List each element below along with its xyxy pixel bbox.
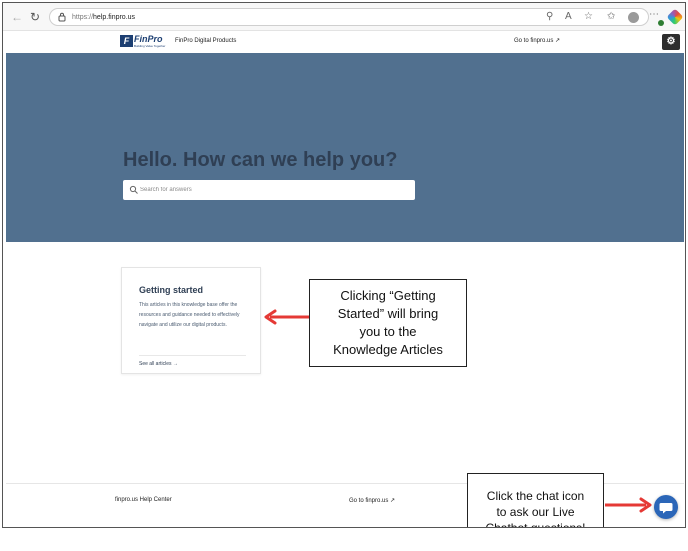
address-bar[interactable]: https://help.finpro.us: [49, 8, 649, 26]
callout-chat: Click the chat icon to ask our Live Chat…: [467, 473, 604, 527]
go-to-finpro-link[interactable]: Go to finpro.us ↗: [514, 37, 560, 46]
external-link-icon: ↗: [555, 38, 561, 44]
url-text[interactable]: https://help.finpro.us: [72, 12, 135, 23]
search-box[interactable]: [123, 180, 415, 200]
zoom-icon[interactable]: ⚲: [546, 11, 553, 23]
external-link-icon: ↗: [390, 498, 396, 504]
footer-go-to-finpro-link[interactable]: Go to finpro.us ↗: [349, 497, 395, 506]
favorites-icon[interactable]: ✩: [607, 11, 615, 23]
finpro-logo[interactable]: F FinPro Building Value Together: [120, 35, 165, 49]
chat-button[interactable]: [654, 495, 678, 519]
logo-mark: F: [120, 35, 133, 47]
annotation-arrow-right: [605, 497, 652, 513]
search-icon: [129, 185, 138, 194]
annotation-arrow-left: [264, 309, 310, 325]
favorite-icon[interactable]: ☆: [584, 11, 593, 23]
search-input[interactable]: [140, 180, 410, 200]
hubspot-icon[interactable]: ⚙: [662, 34, 680, 50]
site-header: F FinPro Building Value Together FinPro …: [3, 31, 685, 53]
screenshot-frame: ← ↻ https://help.finpro.us ⚲ A ☆ ✩ ⋯ F F…: [2, 2, 686, 528]
chat-icon: [659, 503, 673, 514]
back-icon[interactable]: ←: [11, 10, 23, 24]
arrow-right-icon: →: [172, 361, 178, 367]
copilot-icon[interactable]: [666, 8, 684, 26]
read-aloud-icon[interactable]: A: [565, 11, 572, 23]
card-description: This articles in this knowledge base off…: [139, 302, 240, 328]
see-all-articles-link[interactable]: See all articles →: [139, 360, 178, 368]
footer-help-center: finpro.us Help Center: [115, 497, 172, 503]
hero-banner: Hello. How can we help you?: [6, 53, 684, 242]
divider: [139, 355, 246, 356]
site-title[interactable]: FinPro Digital Products: [175, 37, 236, 46]
card-title[interactable]: Getting started: [139, 285, 203, 296]
browser-toolbar: ← ↻ https://help.finpro.us ⚲ A ☆ ✩ ⋯: [3, 3, 685, 31]
more-icon[interactable]: ⋯: [649, 9, 659, 21]
lock-icon[interactable]: [58, 12, 66, 22]
extension-badge: [658, 20, 664, 26]
callout-getting-started: Clicking “Getting Started” will bring yo…: [309, 279, 467, 367]
getting-started-card[interactable]: Getting started This articles in this kn…: [121, 267, 261, 374]
profile-icon[interactable]: [628, 12, 639, 23]
refresh-icon[interactable]: ↻: [30, 10, 40, 24]
page-title: Hello. How can we help you?: [123, 149, 398, 171]
